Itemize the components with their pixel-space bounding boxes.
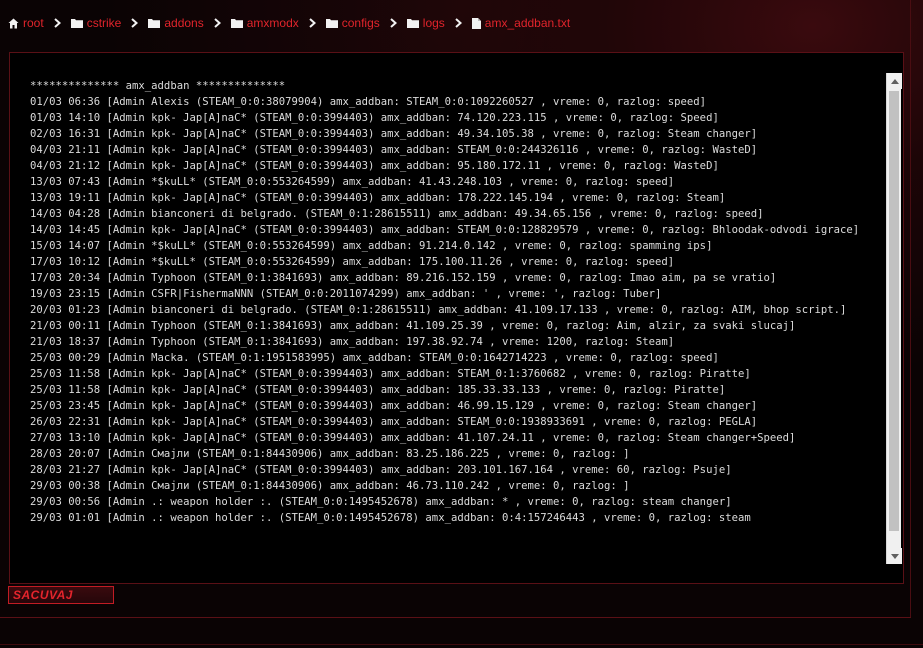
- log-line: ************** amx_addban **************: [30, 80, 286, 92]
- log-line: 27/03 13:10 [Admin kpk- Jap[A]naC* (STEA…: [30, 432, 796, 444]
- log-line: 28/03 21:27 [Admin kpk- Jap[A]naC* (STEA…: [30, 464, 732, 476]
- breadcrumb-current-file[interactable]: amx_addban.txt: [471, 16, 571, 30]
- log-line: 21/03 18:37 [Admin Typhoon (STEAM_0:1:38…: [30, 336, 675, 348]
- chevron-right-icon: [54, 18, 61, 28]
- breadcrumb-configs[interactable]: configs: [325, 16, 380, 30]
- log-line: 29/03 00:38 [Admin Смајли (STEAM_0:1:844…: [30, 480, 630, 492]
- breadcrumb-amxmodx[interactable]: amxmodx: [230, 16, 299, 30]
- log-line: 25/03 11:58 [Admin kpk- Jap[A]naC* (STEA…: [30, 384, 726, 396]
- file-icon: [471, 17, 481, 29]
- log-line: 04/03 21:12 [Admin kpk- Jap[A]naC* (STEA…: [30, 160, 719, 172]
- file-manager-page: root cstrike addons amxmodx configs logs…: [0, 0, 923, 648]
- breadcrumb-cstrike[interactable]: cstrike: [70, 16, 122, 30]
- vertical-scrollbar[interactable]: [886, 73, 902, 564]
- log-line: 02/03 16:31 [Admin kpk- Jap[A]naC* (STEA…: [30, 128, 758, 140]
- log-line: 29/03 00:56 [Admin .: weapon holder :. (…: [30, 496, 732, 508]
- divider: [0, 644, 923, 645]
- log-line: 25/03 00:29 [Admin Macka. (STEAM_0:1:195…: [30, 352, 719, 364]
- chevron-right-icon: [131, 18, 139, 28]
- log-line: 15/03 14:07 [Admin *$kuLL* (STEAM_0:0:55…: [30, 240, 713, 252]
- folder-icon: [406, 18, 419, 28]
- log-line: 28/03 20:07 [Admin Смајли (STEAM_0:1:844…: [30, 448, 630, 460]
- log-line: 19/03 23:15 [Admin CSFR|FishermaNNN (STE…: [30, 288, 662, 300]
- log-line: 01/03 14:10 [Admin kpk- Jap[A]naC* (STEA…: [30, 112, 719, 124]
- log-line: 13/03 07:43 [Admin *$kuLL* (STEAM_0:0:55…: [30, 176, 675, 188]
- log-line: 17/03 20:34 [Admin Typhoon (STEAM_0:1:38…: [30, 272, 777, 284]
- log-line: 14/03 04:28 [Admin bianconeri di belgrad…: [30, 208, 764, 220]
- file-editor[interactable]: ************** amx_addban **************…: [9, 52, 904, 584]
- file-content-textarea[interactable]: ************** amx_addban **************…: [30, 78, 884, 583]
- log-line: 26/03 22:31 [Admin kpk- Jap[A]naC* (STEA…: [30, 416, 758, 428]
- breadcrumb-label: cstrike: [86, 16, 122, 30]
- chevron-right-icon: [214, 18, 221, 28]
- folder-icon: [148, 18, 161, 28]
- breadcrumb-label: configs: [341, 16, 380, 30]
- chevron-right-icon: [390, 18, 397, 28]
- breadcrumb-label: root: [23, 16, 44, 30]
- log-line: 25/03 11:58 [Admin kpk- Jap[A]naC* (STEA…: [30, 368, 751, 380]
- chevron-right-icon: [309, 18, 316, 28]
- folder-icon: [230, 18, 243, 28]
- folder-icon: [325, 18, 338, 28]
- scrollbar-thumb[interactable]: [889, 91, 899, 531]
- log-line: 04/03 21:11 [Admin kpk- Jap[A]naC* (STEA…: [30, 144, 758, 156]
- breadcrumb-addons[interactable]: addons: [148, 16, 204, 30]
- log-line: 25/03 23:45 [Admin kpk- Jap[A]naC* (STEA…: [30, 400, 758, 412]
- divider: [0, 617, 911, 618]
- breadcrumb-label: logs: [422, 16, 445, 30]
- breadcrumb-logs[interactable]: logs: [406, 16, 445, 30]
- scroll-down-arrow-icon[interactable]: [887, 548, 902, 564]
- log-line: 13/03 19:11 [Admin kpk- Jap[A]naC* (STEA…: [30, 192, 726, 204]
- log-line: 21/03 00:11 [Admin Typhoon (STEAM_0:1:38…: [30, 320, 796, 332]
- breadcrumb-label: addons: [164, 16, 204, 30]
- home-icon: [8, 18, 19, 29]
- breadcrumb-root[interactable]: root: [8, 16, 44, 30]
- folder-icon: [70, 18, 83, 28]
- save-button-label: SACUVAJ: [13, 588, 73, 602]
- log-line: 20/03 01:23 [Admin bianconeri di belgrad…: [30, 304, 847, 316]
- breadcrumb-label: amx_addban.txt: [484, 16, 571, 30]
- scroll-up-arrow-icon[interactable]: [887, 73, 902, 89]
- divider: [910, 0, 911, 618]
- log-line: 01/03 06:36 [Admin Alexis (STEAM_0:0:380…: [30, 96, 707, 108]
- breadcrumb: root cstrike addons amxmodx configs logs…: [8, 15, 570, 31]
- log-line: 29/03 01:01 [Admin .: weapon holder :. (…: [30, 512, 751, 524]
- log-line: 14/03 14:45 [Admin kpk- Jap[A]naC* (STEA…: [30, 224, 860, 236]
- save-button[interactable]: SACUVAJ: [8, 586, 114, 604]
- breadcrumb-label: amxmodx: [246, 16, 299, 30]
- log-line: 17/03 10:12 [Admin *$kuLL* (STEAM_0:0:55…: [30, 256, 675, 268]
- chevron-right-icon: [455, 18, 462, 28]
